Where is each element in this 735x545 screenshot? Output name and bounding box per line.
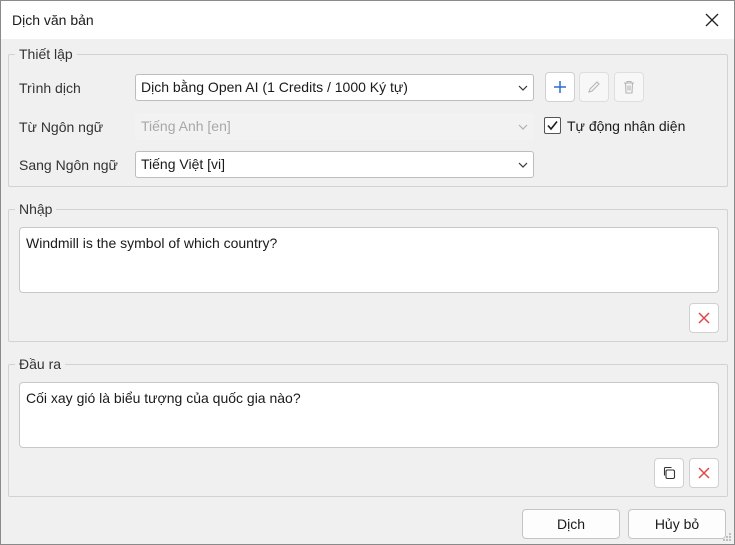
translator-select-value: Dịch bằng Open AI (1 Credits / 1000 Ký t… [141,79,408,95]
to-language-value: Tiếng Việt [vi] [141,156,226,172]
close-button[interactable] [698,7,726,33]
chevron-down-icon [518,162,528,168]
to-language-label: Sang Ngôn ngữ [19,157,118,173]
clear-output-button[interactable] [689,458,719,488]
from-language-value: Tiếng Anh [en] [141,118,231,134]
translator-select[interactable]: Dịch bằng Open AI (1 Credits / 1000 Ký t… [135,74,534,101]
output-legend: Đầu ra [15,356,66,372]
title-bar: Dịch văn bản [1,1,734,39]
translate-button[interactable]: Dịch [522,509,620,539]
translate-button-label: Dịch [556,516,585,532]
input-textarea[interactable]: Windmill is the symbol of which country? [19,227,719,293]
from-language-select[interactable]: Tiếng Anh [en] [135,113,534,140]
close-icon [705,13,719,27]
output-text: Cối xay gió là biểu tượng của quốc gia n… [26,390,301,406]
translator-label: Trình dịch [19,80,81,96]
output-textarea[interactable]: Cối xay gió là biểu tượng của quốc gia n… [19,382,719,448]
plus-icon [554,81,566,93]
edit-translator-button[interactable] [579,72,609,102]
settings-legend: Thiết lập [15,46,77,62]
translate-dialog: Dịch văn bản Thiết lập Trình dịch Dịch b… [0,0,735,545]
copy-output-button[interactable] [654,458,684,488]
pencil-icon [588,81,600,93]
copy-icon [663,466,676,480]
chevron-down-icon [518,124,528,130]
delete-translator-button[interactable] [614,72,644,102]
cancel-button-label: Hủy bỏ [654,516,700,532]
window-title: Dịch văn bản [12,12,94,28]
cancel-button[interactable]: Hủy bỏ [628,509,726,539]
clear-input-button[interactable] [689,303,719,333]
auto-detect-checkbox[interactable] [544,117,561,134]
add-translator-button[interactable] [545,72,575,102]
chevron-down-icon [518,85,528,91]
auto-detect-toggle[interactable]: Tự động nhận diện [544,117,685,134]
to-language-select[interactable]: Tiếng Việt [vi] [135,151,534,178]
input-text: Windmill is the symbol of which country? [26,235,278,251]
trash-icon [624,80,634,94]
checkmark-icon [547,121,558,131]
auto-detect-label: Tự động nhận diện [567,117,686,134]
close-icon [698,467,710,479]
close-icon [698,312,710,324]
from-language-label: Từ Ngôn ngữ [19,119,104,135]
resize-grip-icon[interactable] [722,532,732,542]
input-legend: Nhập [15,201,57,217]
